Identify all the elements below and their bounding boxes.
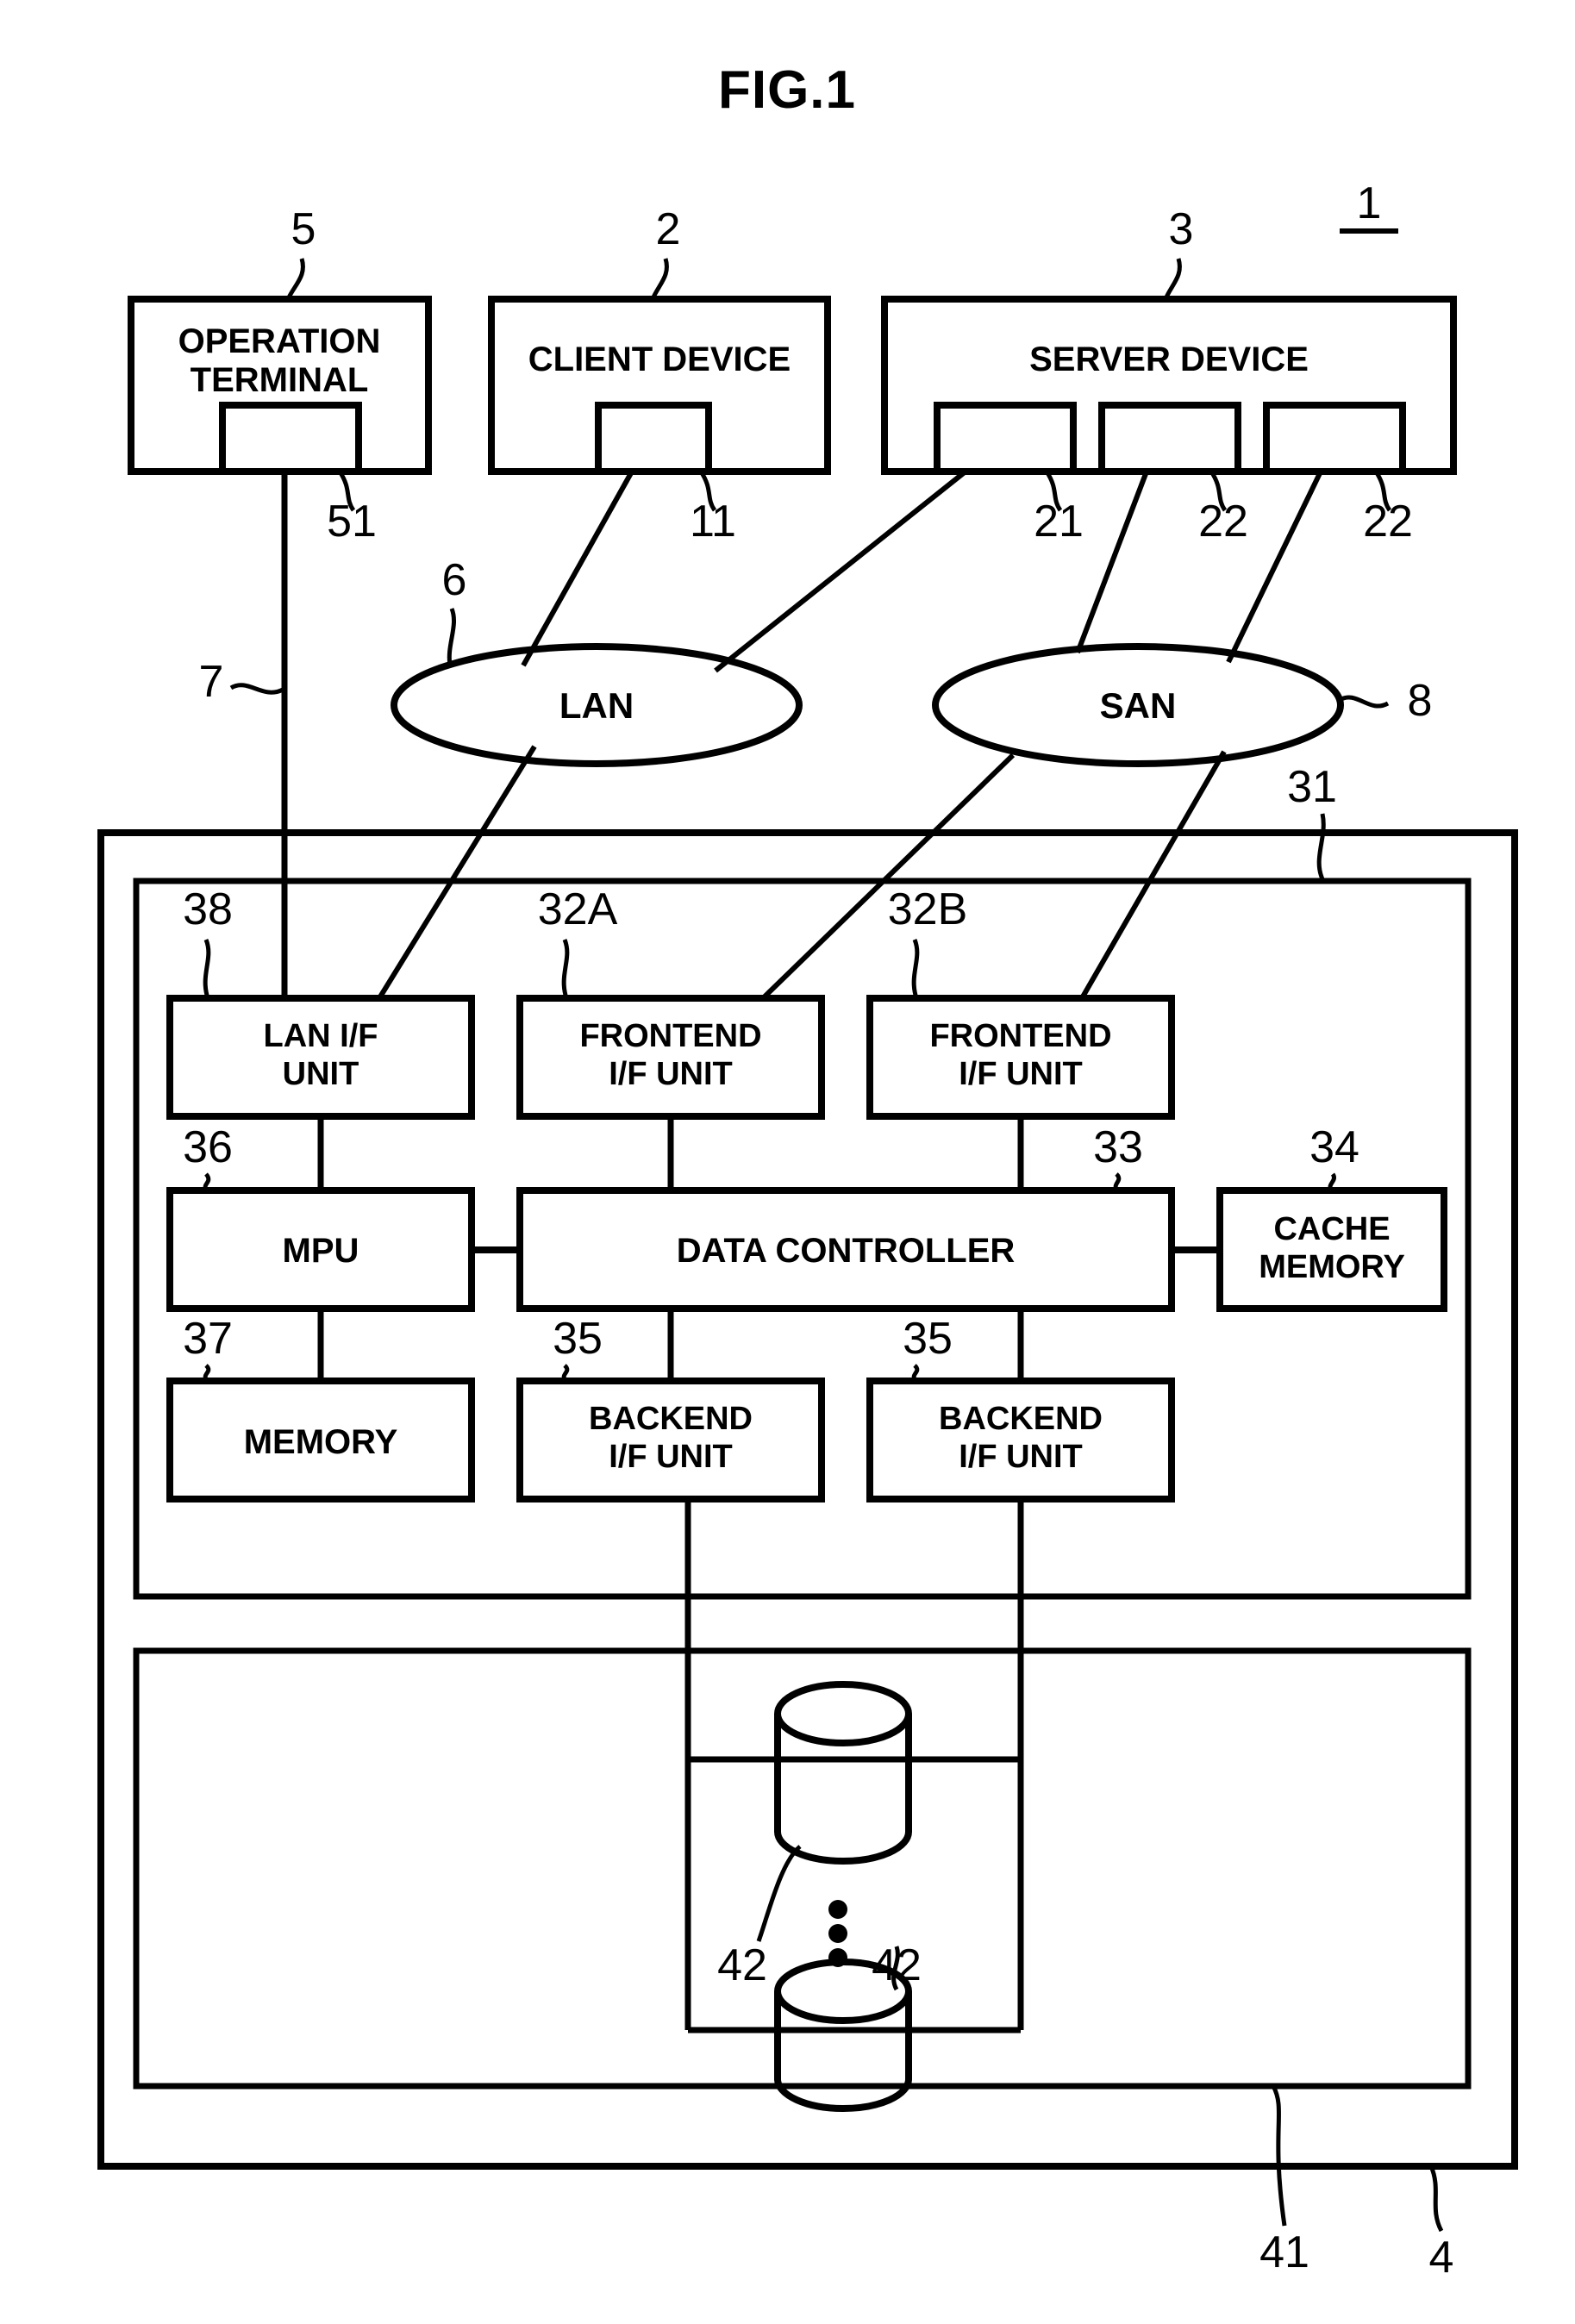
leader-ref-6 <box>447 608 457 666</box>
ref-operation-terminal-5: 5 <box>291 204 316 254</box>
link-lan-to-lan-if-unit <box>377 745 537 1000</box>
ref-drive-enclosure-41: 41 <box>1259 2227 1309 2277</box>
leader-ref-4 <box>1428 2165 1444 2233</box>
leader-ref-33 <box>1113 1172 1122 1192</box>
mpu-label: MPU <box>283 1232 359 1270</box>
drive-upper-top-ellipse <box>774 1681 912 1746</box>
operation-terminal-port <box>219 402 362 475</box>
leader-ref-35a <box>561 1364 570 1383</box>
server-device-box <box>881 296 1457 475</box>
figure-title: FIG.1 <box>718 60 856 120</box>
link-san-to-frontend-a <box>760 753 1016 1001</box>
leader-ref-5 <box>285 258 305 301</box>
lan-label: LAN <box>559 685 634 726</box>
ref-client-device-2: 2 <box>656 204 681 254</box>
leader-ref-38 <box>203 939 211 999</box>
ref-memory-37: 37 <box>183 1314 233 1364</box>
ref-backend-if-unit-35b: 35 <box>903 1314 953 1364</box>
ref-lan-if-unit-38: 38 <box>183 884 233 934</box>
server-device-label: SERVER DEVICE <box>1029 340 1309 378</box>
backend-if-unit-b-label-line1: BACKEND <box>939 1401 1103 1437</box>
frontend-if-unit-b-label-line1: FRONTEND <box>929 1018 1111 1054</box>
frontend-if-unit-b-label-line2: I/F UNIT <box>959 1056 1083 1092</box>
data-controller-label: DATA CONTROLLER <box>677 1232 1016 1270</box>
client-device-port <box>595 402 712 475</box>
ref-frontend-if-unit-32b: 32B <box>888 884 968 934</box>
ref-data-controller-33: 33 <box>1093 1122 1143 1172</box>
ref-system-1: 1 <box>1357 178 1382 228</box>
san-label: SAN <box>1100 685 1177 726</box>
backend-if-unit-a-label-line1: BACKEND <box>589 1401 753 1437</box>
leader-ref-36 <box>203 1172 211 1192</box>
link-san-to-frontend-b <box>1079 750 1227 1000</box>
backend-if-unit-a-label-line2: I/F UNIT <box>609 1439 733 1475</box>
leader-ref-32b <box>911 939 920 999</box>
cache-memory-label-line1: CACHE <box>1273 1211 1390 1247</box>
leader-ref-32a <box>561 939 570 999</box>
ref-management-link-7: 7 <box>199 657 224 707</box>
drive-enclosure-box <box>133 1647 1472 2090</box>
ref-controller-31: 31 <box>1287 762 1337 812</box>
cache-memory-label-line2: MEMORY <box>1259 1249 1405 1285</box>
ref-mpu-36: 36 <box>183 1122 233 1172</box>
figure-canvas: FIG.1 1 OPERATION TERMINAL 5 51 CLIENT D… <box>97 60 1518 2283</box>
server-device-port-3 <box>1263 402 1406 475</box>
leader-ref-2 <box>650 258 669 301</box>
ref-lan-6: 6 <box>442 555 467 605</box>
frontend-if-unit-a-label-line2: I/F UNIT <box>609 1056 733 1092</box>
client-device-box <box>488 296 831 475</box>
ref-frontend-if-unit-32a: 32A <box>538 884 618 934</box>
leader-ref-8 <box>1338 695 1390 709</box>
vertical-ellipsis-icon <box>828 1900 847 1967</box>
link-server-to-lan <box>714 469 967 673</box>
ref-storage-system-4: 4 <box>1429 2233 1454 2283</box>
server-device-port-1 <box>934 402 1077 475</box>
leader-ref-7 <box>229 683 284 695</box>
leader-ref-42-upper <box>756 1845 802 1942</box>
operation-terminal-label-line1: OPERATION <box>178 322 381 360</box>
frontend-if-unit-a-label-line1: FRONTEND <box>579 1018 761 1054</box>
drive-upper <box>774 1681 912 1865</box>
patent-figure: FIG.1 1 OPERATION TERMINAL 5 51 CLIENT D… <box>0 0 1575 2324</box>
lan-if-unit-label-line1: LAN I/F <box>264 1018 378 1054</box>
leader-ref-31 <box>1316 813 1326 883</box>
ref-cache-memory-34: 34 <box>1309 1122 1359 1172</box>
link-server-to-san-a <box>1075 470 1149 654</box>
ref-backend-if-unit-35a: 35 <box>553 1314 603 1364</box>
link-client-to-lan <box>521 470 634 667</box>
operation-terminal-label-line2: TERMINAL <box>191 361 369 399</box>
client-device-label: CLIENT DEVICE <box>528 340 791 378</box>
leader-ref-37 <box>203 1364 211 1383</box>
leader-ref-41 <box>1271 2084 1287 2227</box>
ref-drive-42-upper: 42 <box>717 1940 767 1990</box>
leader-ref-3 <box>1163 258 1182 301</box>
lan-if-unit-label-line2: UNIT <box>283 1056 359 1092</box>
memory-label: MEMORY <box>244 1423 398 1461</box>
ref-server-device-3: 3 <box>1169 204 1194 254</box>
server-device-port-2 <box>1098 402 1241 475</box>
backend-if-unit-b-label-line2: I/F UNIT <box>959 1439 1083 1475</box>
leader-ref-35b <box>911 1364 920 1383</box>
ref-san-8: 8 <box>1408 676 1433 726</box>
